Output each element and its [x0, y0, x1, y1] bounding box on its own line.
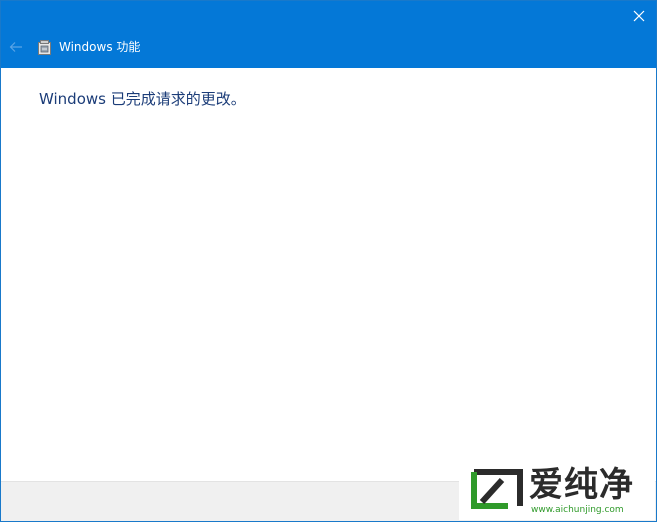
back-button[interactable] [7, 38, 25, 56]
window-title: Windows 功能 [59, 40, 141, 54]
brand-logo-icon [471, 469, 523, 509]
close-icon [633, 10, 645, 22]
close-button[interactable] [628, 5, 650, 27]
watermark: 爱纯净 www.aichunjing.com [459, 461, 655, 520]
back-arrow-icon [9, 42, 22, 52]
watermark-url: www.aichunjing.com [531, 505, 624, 515]
content-area: Windows 已完成请求的更改。 [1, 68, 656, 481]
windows-features-icon [38, 40, 51, 55]
windows-features-dialog: Windows 功能 Windows 已完成请求的更改。 [0, 0, 657, 522]
completion-message: Windows 已完成请求的更改。 [39, 90, 246, 108]
title-bar: Windows 功能 [1, 1, 656, 68]
watermark-brand: 爱纯净 [529, 465, 634, 505]
